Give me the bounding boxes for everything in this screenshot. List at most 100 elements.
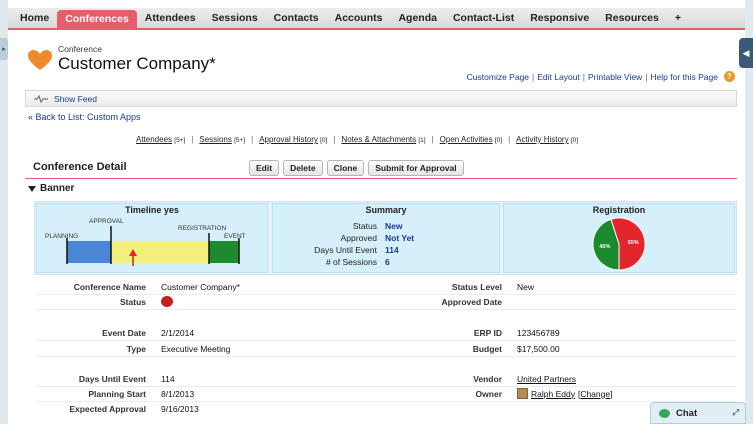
related-link-sessions[interactable]: Sessions [5+] bbox=[199, 135, 245, 144]
expected-approval-value: 9/16/2013 bbox=[161, 404, 199, 414]
chat-widget-button[interactable]: Chat ⤢ bbox=[650, 402, 746, 424]
customize-page-link[interactable]: Customize Page bbox=[467, 72, 529, 82]
popout-icon[interactable]: ⤢ bbox=[733, 408, 739, 418]
link-separator: | bbox=[191, 135, 194, 144]
tab-contacts[interactable]: Contacts bbox=[266, 8, 327, 28]
summary-row: Approved Not Yet bbox=[273, 233, 499, 243]
help-link[interactable]: Help for this Page bbox=[650, 72, 718, 82]
show-feed-link[interactable]: Show Feed bbox=[54, 94, 97, 104]
delete-button[interactable]: Delete bbox=[283, 160, 323, 176]
owner-link[interactable]: Ralph Eddy bbox=[531, 389, 575, 399]
related-link-count: [5+] bbox=[174, 137, 186, 144]
related-link-label: Open Activities bbox=[439, 135, 493, 144]
tab-sessions[interactable]: Sessions bbox=[204, 8, 266, 28]
related-list-links: Attendees [5+] | Sessions [5+] | Approva… bbox=[136, 135, 578, 144]
change-owner-link[interactable]: [Change] bbox=[578, 389, 613, 399]
related-link-count: [0] bbox=[494, 137, 503, 144]
clone-button[interactable]: Clone bbox=[326, 160, 365, 176]
link-separator: | bbox=[582, 71, 586, 82]
detail-button-group: Edit Delete Clone Submit for Approval bbox=[249, 160, 464, 176]
link-separator: | bbox=[645, 71, 648, 82]
field-divider bbox=[36, 340, 736, 341]
related-link-activity-history[interactable]: Activity History [0] bbox=[516, 135, 578, 144]
submit-for-approval-button[interactable]: Submit for Approval bbox=[368, 160, 464, 176]
field-divider bbox=[36, 386, 736, 387]
tab-accounts[interactable]: Accounts bbox=[327, 8, 391, 28]
related-link-attendees[interactable]: Attendees [5+] bbox=[136, 135, 185, 144]
related-link-approval-history[interactable]: Approval History [0] bbox=[259, 135, 327, 144]
field-label: Status bbox=[120, 297, 146, 307]
tab-add-button[interactable]: + bbox=[667, 8, 689, 28]
related-link-label: Activity History bbox=[516, 135, 569, 144]
conference-name-value: Customer Company* bbox=[161, 282, 240, 292]
summary-title: Summary bbox=[365, 205, 407, 215]
summary-row: Status New bbox=[273, 221, 499, 231]
tab-home[interactable]: Home bbox=[12, 8, 57, 28]
field-label: Status Level bbox=[451, 282, 502, 292]
related-link-label: Approval History bbox=[259, 135, 318, 144]
related-link-notes-attachments[interactable]: Notes & Attachments [1] bbox=[341, 135, 425, 144]
chevron-right-icon: ▸ bbox=[2, 46, 6, 53]
field-label: Type bbox=[126, 344, 146, 354]
tab-bar: Home Conferences Attendees Sessions Cont… bbox=[8, 8, 745, 30]
timeline-panel: Timeline yes PLANNING APPROVAL REGISTRAT… bbox=[36, 203, 268, 273]
summary-value: 6 bbox=[385, 257, 390, 267]
related-link-label: Sessions bbox=[199, 135, 232, 144]
field-label: ERP ID bbox=[473, 328, 502, 338]
summary-key: Approved bbox=[340, 233, 377, 243]
field-divider bbox=[36, 356, 736, 357]
collapse-triangle-icon bbox=[28, 185, 36, 192]
owner-field: Ralph Eddy [Change] bbox=[517, 388, 612, 399]
link-separator: | bbox=[333, 135, 336, 144]
field-label: Days Until Event bbox=[78, 374, 146, 384]
banner-section-toggle[interactable]: Banner bbox=[28, 183, 74, 194]
chat-label: Chat bbox=[676, 407, 698, 419]
field-divider bbox=[36, 294, 736, 295]
summary-value: New bbox=[385, 221, 403, 231]
tab-agenda[interactable]: Agenda bbox=[390, 8, 445, 28]
summary-key: Days Until Event bbox=[314, 245, 377, 255]
timeline-event-bar bbox=[209, 241, 239, 263]
status-level-value: New bbox=[517, 282, 535, 292]
link-separator: | bbox=[532, 71, 535, 82]
section-divider bbox=[25, 178, 737, 179]
chat-bubble-icon bbox=[659, 408, 670, 418]
edit-button[interactable]: Edit bbox=[249, 160, 280, 176]
tab-responsive[interactable]: Responsive bbox=[522, 8, 597, 28]
summary-row: # of Sessions 6 bbox=[273, 257, 499, 267]
field-label: Budget bbox=[472, 344, 502, 354]
back-to-list-link[interactable]: « Back to List: Custom Apps bbox=[28, 112, 141, 122]
avatar bbox=[517, 388, 528, 399]
summary-row: Days Until Event 114 bbox=[273, 245, 499, 255]
field-divider bbox=[36, 401, 736, 402]
field-divider bbox=[36, 309, 736, 310]
related-link-open-activities[interactable]: Open Activities [0] bbox=[440, 135, 502, 144]
related-link-label: Notes & Attachments bbox=[341, 135, 417, 144]
timeline-planning-bar bbox=[67, 241, 111, 263]
link-separator: | bbox=[251, 135, 254, 144]
detail-section-title: Conference Detail bbox=[33, 161, 127, 173]
page-links: Customize Page | Edit Layout | Printable… bbox=[467, 71, 735, 82]
chevron-left-icon: ◀ bbox=[742, 47, 750, 58]
vendor-link[interactable]: United Partners bbox=[517, 374, 576, 384]
summary-key: # of Sessions bbox=[325, 257, 377, 267]
budget-value: $17,500.00 bbox=[517, 344, 560, 354]
side-panel-toggle-button[interactable]: ◀ bbox=[739, 38, 753, 68]
tab-resources[interactable]: Resources bbox=[597, 8, 667, 28]
link-separator: | bbox=[431, 135, 434, 144]
help-icon[interactable]: ? bbox=[724, 71, 735, 82]
edit-layout-link[interactable]: Edit Layout bbox=[537, 72, 580, 82]
related-link-count: [5+] bbox=[234, 137, 246, 144]
field-label: Expected Approval bbox=[69, 404, 146, 414]
summary-key: Status bbox=[352, 221, 377, 231]
sidebar-toggle-button[interactable]: ▸ bbox=[0, 38, 8, 60]
tab-contact-list[interactable]: Contact-List bbox=[445, 8, 522, 28]
tab-conferences[interactable]: Conferences bbox=[57, 10, 137, 28]
tab-attendees[interactable]: Attendees bbox=[137, 8, 204, 28]
status-indicator-icon bbox=[161, 296, 173, 307]
related-link-count: [0] bbox=[320, 137, 328, 144]
printable-view-link[interactable]: Printable View bbox=[588, 72, 642, 82]
related-link-count: [1] bbox=[418, 137, 426, 144]
type-value: Executive Meeting bbox=[161, 344, 231, 354]
timeline-approval-bar bbox=[111, 241, 209, 263]
